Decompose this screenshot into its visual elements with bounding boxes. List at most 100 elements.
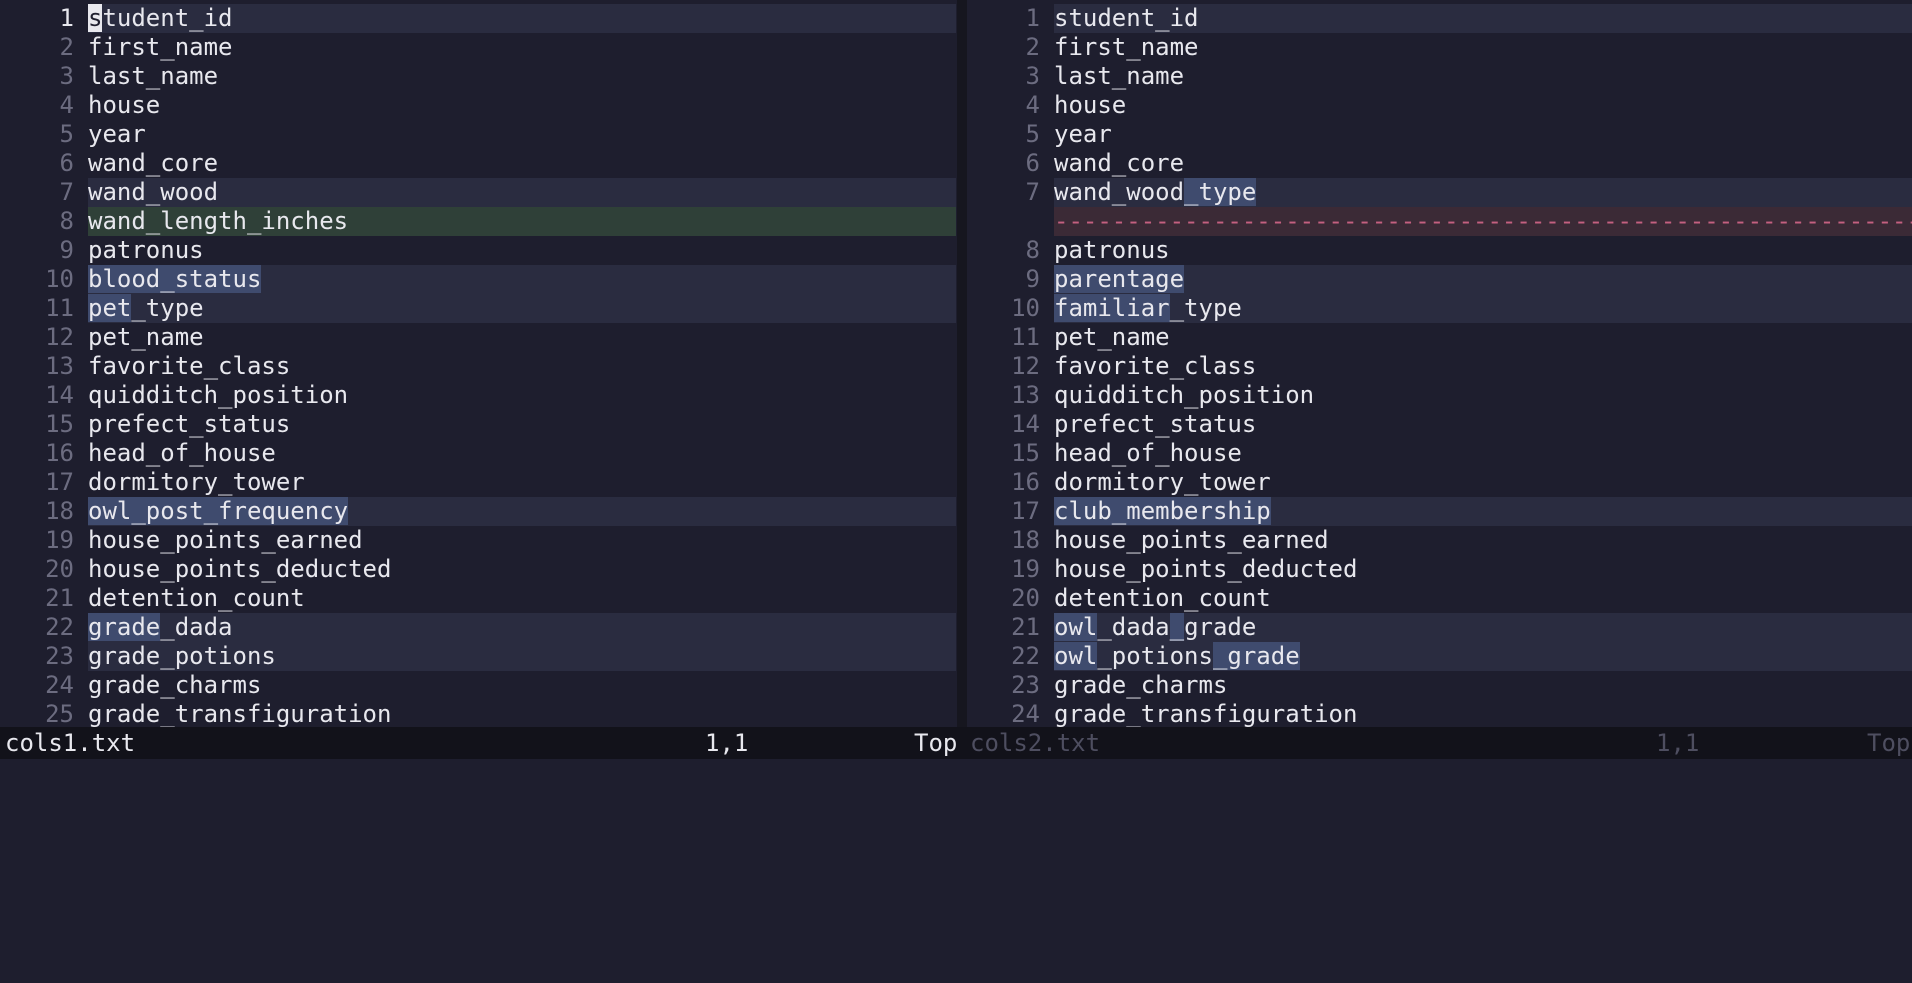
left-line-15[interactable]: 15 prefect_status xyxy=(0,410,957,439)
line-text[interactable]: club_membership xyxy=(1054,497,1912,526)
line-text[interactable]: grade_transfiguration xyxy=(1054,700,1912,727)
left-line-16[interactable]: 16 head_of_house xyxy=(0,439,957,468)
right-line-12[interactable]: 12 favorite_class xyxy=(967,352,1912,381)
right-line-21[interactable]: 21 owl_dada_grade xyxy=(967,613,1912,642)
line-text[interactable]: prefect_status xyxy=(88,410,956,439)
left-line-8[interactable]: 8 wand_length_inches xyxy=(0,207,957,236)
line-text[interactable]: detention_count xyxy=(1054,584,1912,613)
line-text[interactable]: house_points_deducted xyxy=(88,555,956,584)
line-text[interactable]: first_name xyxy=(88,33,956,62)
line-text[interactable]: detention_count xyxy=(88,584,956,613)
right-line-5[interactable]: 5 year xyxy=(967,120,1912,149)
right-line-9[interactable]: 9 parentage xyxy=(967,265,1912,294)
right-line-13[interactable]: 13 quidditch_position xyxy=(967,381,1912,410)
line-text[interactable]: last_name xyxy=(1054,62,1912,91)
left-line-10[interactable]: 10 blood_status xyxy=(0,265,957,294)
left-line-23[interactable]: 23 grade_potions xyxy=(0,642,957,671)
left-line-19[interactable]: 19 house_points_earned xyxy=(0,526,957,555)
line-text[interactable]: dormitory_tower xyxy=(88,468,956,497)
line-text[interactable]: house_points_earned xyxy=(88,526,956,555)
right-line-7[interactable]: 7 wand_wood_type xyxy=(967,178,1912,207)
line-text[interactable]: student_id xyxy=(88,4,956,33)
line-text[interactable]: patronus xyxy=(1054,236,1912,265)
right-line-3[interactable]: 3 last_name xyxy=(967,62,1912,91)
left-line-12[interactable]: 12 pet_name xyxy=(0,323,957,352)
line-text[interactable]: grade_dada xyxy=(88,613,956,642)
left-line-17[interactable]: 17 dormitory_tower xyxy=(0,468,957,497)
line-text[interactable]: pet_name xyxy=(88,323,956,352)
right-line-14[interactable]: 14 prefect_status xyxy=(967,410,1912,439)
line-text[interactable]: dormitory_tower xyxy=(1054,468,1912,497)
right-line-6[interactable]: 6 wand_core xyxy=(967,149,1912,178)
left-line-11[interactable]: 11 pet_type xyxy=(0,294,957,323)
line-text[interactable]: house_points_earned xyxy=(1054,526,1912,555)
line-text[interactable]: house_points_deducted xyxy=(1054,555,1912,584)
line-text[interactable]: student_id xyxy=(1054,4,1912,33)
right-line-2[interactable]: 2 first_name xyxy=(967,33,1912,62)
line-text[interactable]: owl_dada_grade xyxy=(1054,613,1912,642)
right-line-20[interactable]: 20 detention_count xyxy=(967,584,1912,613)
line-text[interactable]: last_name xyxy=(88,62,956,91)
left-line-7[interactable]: 7 wand_wood xyxy=(0,178,957,207)
line-text[interactable]: house xyxy=(1054,91,1912,120)
line-text[interactable]: parentage xyxy=(1054,265,1912,294)
left-line-13[interactable]: 13 favorite_class xyxy=(0,352,957,381)
left-line-3[interactable]: 3 last_name xyxy=(0,62,957,91)
left-line-21[interactable]: 21 detention_count xyxy=(0,584,957,613)
line-text[interactable]: head_of_house xyxy=(88,439,956,468)
right-line-10[interactable]: 10 familiar_type xyxy=(967,294,1912,323)
left-line-4[interactable]: 4 house xyxy=(0,91,957,120)
right-line-19[interactable]: 19 house_points_deducted xyxy=(967,555,1912,584)
line-text[interactable]: favorite_class xyxy=(1054,352,1912,381)
line-text[interactable]: quidditch_position xyxy=(1054,381,1912,410)
line-text[interactable]: quidditch_position xyxy=(88,381,956,410)
line-text[interactable]: familiar_type xyxy=(1054,294,1912,323)
right-line-4[interactable]: 4 house xyxy=(967,91,1912,120)
line-text[interactable]: year xyxy=(88,120,956,149)
line-text[interactable]: ----------------------------------------… xyxy=(1054,207,1912,236)
right-line-24[interactable]: 24 grade_transfiguration xyxy=(967,700,1912,727)
line-text[interactable]: pet_name xyxy=(1054,323,1912,352)
right-line-15[interactable]: 15 head_of_house xyxy=(967,439,1912,468)
right-line-8[interactable]: 8 patronus xyxy=(967,236,1912,265)
right-line-16[interactable]: 16 dormitory_tower xyxy=(967,468,1912,497)
left-line-14[interactable]: 14 quidditch_position xyxy=(0,381,957,410)
line-text[interactable]: grade_charms xyxy=(1054,671,1912,700)
line-text[interactable]: house xyxy=(88,91,956,120)
left-line-6[interactable]: 6 wand_core xyxy=(0,149,957,178)
left-line-24[interactable]: 24 grade_charms xyxy=(0,671,957,700)
right-line-filler[interactable]: ----------------------------------------… xyxy=(967,207,1912,236)
line-text[interactable]: prefect_status xyxy=(1054,410,1912,439)
left-line-22[interactable]: 22 grade_dada xyxy=(0,613,957,642)
line-text[interactable]: owl_potions_grade xyxy=(1054,642,1912,671)
left-line-20[interactable]: 20 house_points_deducted xyxy=(0,555,957,584)
line-text[interactable]: owl_post_frequency xyxy=(88,497,956,526)
right-line-18[interactable]: 18 house_points_earned xyxy=(967,526,1912,555)
line-text[interactable]: grade_transfiguration xyxy=(88,700,956,727)
line-text[interactable]: wand_core xyxy=(88,149,956,178)
left-line-18[interactable]: 18 owl_post_frequency xyxy=(0,497,957,526)
left-line-9[interactable]: 9 patronus xyxy=(0,236,957,265)
right-line-17[interactable]: 17 club_membership xyxy=(967,497,1912,526)
line-text[interactable]: patronus xyxy=(88,236,956,265)
line-text[interactable]: blood_status xyxy=(88,265,956,294)
line-text[interactable]: grade_potions xyxy=(88,642,956,671)
left-diff-pane[interactable]: 1 student_id 2 first_name 3 last_name 4 house 5 y… xyxy=(0,0,957,727)
line-text[interactable]: head_of_house xyxy=(1054,439,1912,468)
right-line-11[interactable]: 11 pet_name xyxy=(967,323,1912,352)
line-text[interactable]: wand_wood_type xyxy=(1054,178,1912,207)
line-text[interactable]: first_name xyxy=(1054,33,1912,62)
right-diff-pane[interactable]: 1 student_id 2 first_name 3 last_name 4 house 5 y… xyxy=(967,0,1912,727)
left-line-1[interactable]: 1 student_id xyxy=(0,4,957,33)
line-text[interactable]: year xyxy=(1054,120,1912,149)
line-text[interactable]: wand_wood xyxy=(88,178,956,207)
right-line-23[interactable]: 23 grade_charms xyxy=(967,671,1912,700)
line-text[interactable]: wand_length_inches xyxy=(88,207,956,236)
vertical-split-divider[interactable] xyxy=(957,0,967,727)
left-line-25[interactable]: 25 grade_transfiguration xyxy=(0,700,957,727)
left-line-2[interactable]: 2 first_name xyxy=(0,33,957,62)
line-text[interactable]: pet_type xyxy=(88,294,956,323)
right-line-1[interactable]: 1 student_id xyxy=(967,4,1912,33)
left-line-5[interactable]: 5 year xyxy=(0,120,957,149)
right-line-22[interactable]: 22 owl_potions_grade xyxy=(967,642,1912,671)
